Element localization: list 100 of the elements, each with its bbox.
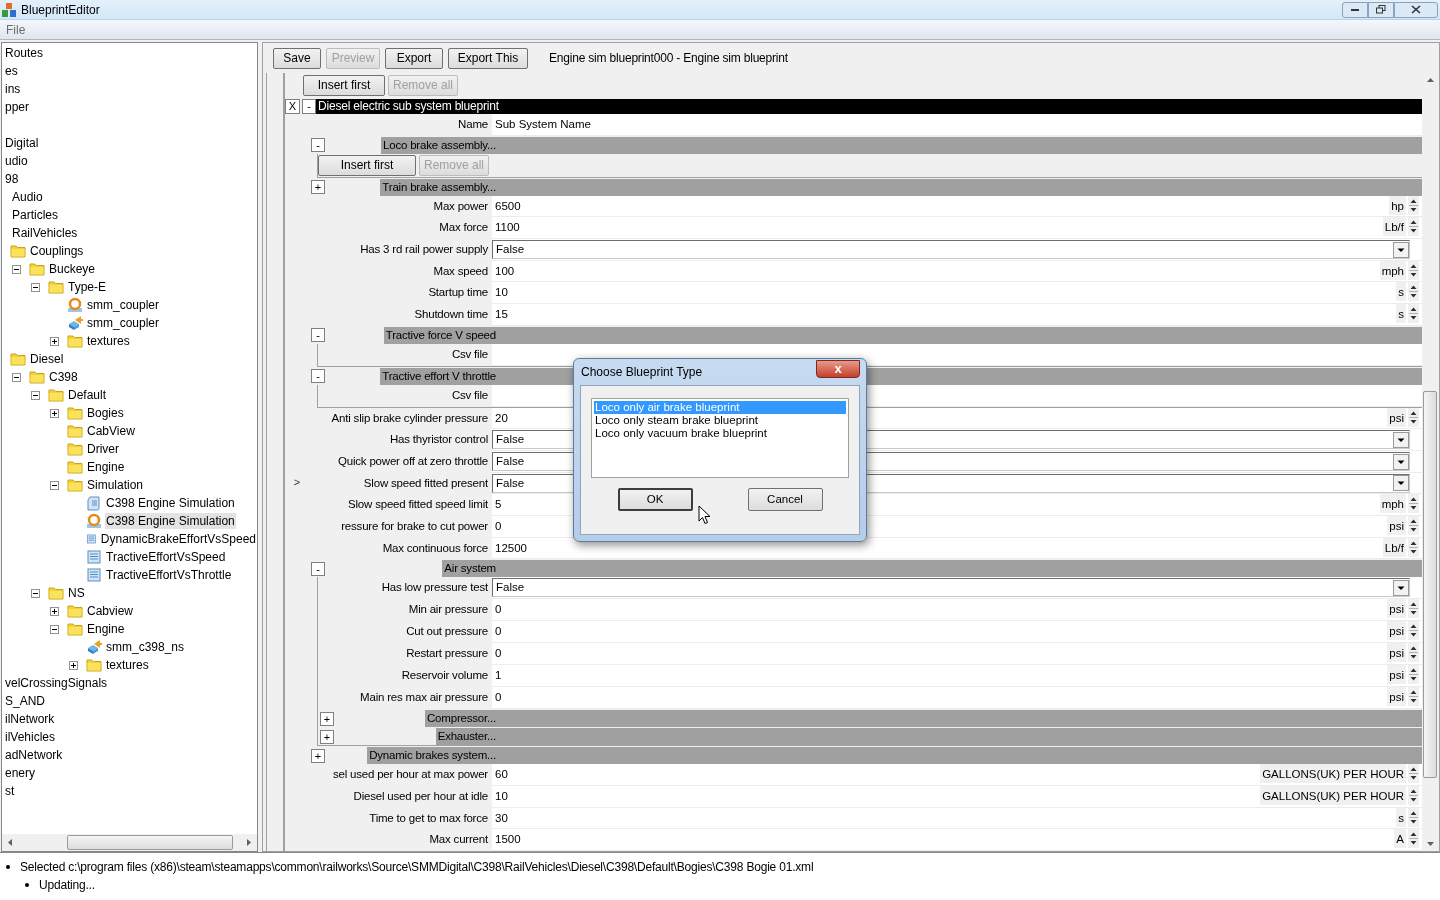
button[interactable]: Export This xyxy=(448,47,528,69)
tree-item[interactable]: textures xyxy=(105,657,150,673)
spinner[interactable] xyxy=(1408,665,1419,685)
expand-icon[interactable] xyxy=(69,660,78,670)
spinner[interactable] xyxy=(1408,195,1419,215)
tree-item[interactable]: enery xyxy=(4,765,37,781)
tree-item[interactable]: Bogies xyxy=(86,405,125,421)
number-field[interactable]: 100 mph xyxy=(492,260,1422,283)
tree-item[interactable]: velCrossingSignals xyxy=(4,675,109,691)
number-field[interactable]: 1100 Lb/f xyxy=(492,217,1422,239)
tree-item[interactable]: Cabview xyxy=(86,603,135,619)
number-field[interactable]: 0 psi xyxy=(492,621,1422,644)
spinner[interactable] xyxy=(1408,407,1419,427)
tree-item[interactable]: Buckeye xyxy=(48,261,97,277)
tree-item[interactable]: smm_coupler xyxy=(86,315,161,331)
close-button[interactable] xyxy=(1394,1,1438,18)
tree-item[interactable]: udio xyxy=(4,153,29,169)
tree-item[interactable]: DynamicBrakeEffortVsSpeed xyxy=(99,531,257,547)
dropdown[interactable]: False xyxy=(492,578,1410,598)
spinner[interactable] xyxy=(1408,260,1419,280)
collapse-icon[interactable] xyxy=(50,480,59,490)
horizontal-scrollbar[interactable] xyxy=(2,834,257,851)
number-field[interactable]: 0 psi xyxy=(492,687,1422,710)
tree-item[interactable]: Driver xyxy=(86,441,120,457)
tree-item[interactable]: es xyxy=(4,63,19,79)
expand-icon[interactable] xyxy=(50,606,59,616)
button[interactable]: Insert first xyxy=(303,74,385,96)
number-field[interactable]: 60 GALLONS(UK) PER HOUR xyxy=(492,764,1422,787)
tree-item[interactable]: Audio xyxy=(11,189,44,205)
tree-item[interactable]: smm_c398_ns xyxy=(105,639,186,655)
expand-icon[interactable] xyxy=(50,336,59,346)
number-field[interactable]: 30 s xyxy=(492,807,1422,830)
collapse-button[interactable]: - xyxy=(311,138,325,153)
tree-item[interactable]: CabView xyxy=(86,423,136,439)
spinner[interactable] xyxy=(1408,643,1419,663)
tree-item[interactable]: C398 xyxy=(48,369,79,385)
spinner[interactable] xyxy=(1408,516,1419,536)
button[interactable]: Save xyxy=(273,47,321,69)
number-field[interactable]: 6500 hp xyxy=(492,195,1422,218)
scroll-thumb[interactable] xyxy=(67,835,233,850)
number-field[interactable]: 0 psi xyxy=(492,599,1422,622)
spinner[interactable] xyxy=(1408,282,1419,302)
expand-icon[interactable] xyxy=(50,408,59,418)
dialog-button[interactable]: OK xyxy=(617,488,693,511)
tree-item[interactable]: Engine xyxy=(86,621,126,637)
tree-item[interactable]: Type-E xyxy=(67,279,107,295)
spinner[interactable] xyxy=(1408,807,1419,827)
collapse-icon[interactable] xyxy=(31,390,40,400)
tree-item[interactable]: TractiveEffortVsThrottle xyxy=(105,567,233,583)
number-field[interactable]: 0 psi xyxy=(492,643,1422,666)
number-field[interactable]: 1 psi xyxy=(492,665,1422,688)
tree-item[interactable]: 98 xyxy=(4,171,20,187)
spinner[interactable] xyxy=(1408,829,1419,849)
spinner[interactable] xyxy=(1408,764,1419,784)
collapse-button[interactable]: - xyxy=(302,98,316,114)
collapse-icon[interactable] xyxy=(31,588,40,598)
tree-item[interactable]: Digital xyxy=(4,135,40,151)
tree-item[interactable]: RailVehicles xyxy=(11,225,79,241)
dialog-button[interactable]: Cancel xyxy=(747,488,823,511)
button[interactable]: Insert first xyxy=(318,154,416,176)
collapse-icon[interactable] xyxy=(50,624,59,634)
tree-item[interactable]: Diesel xyxy=(29,351,65,367)
text-field[interactable]: Sub System Name xyxy=(492,114,1422,136)
collapse-icon[interactable] xyxy=(31,282,40,292)
collapse-button[interactable]: - xyxy=(311,561,325,576)
number-field[interactable]: 1500 A xyxy=(492,829,1422,851)
tree-item[interactable]: ilVehicles xyxy=(4,729,57,745)
tree-item[interactable]: Default xyxy=(67,387,108,403)
number-field[interactable]: 10 GALLONS(UK) PER HOUR xyxy=(492,786,1422,808)
collapse-icon[interactable] xyxy=(12,372,21,382)
expand-button[interactable]: + xyxy=(320,729,334,744)
tree-item[interactable]: C398 Engine Simulation xyxy=(105,495,236,511)
spinner[interactable] xyxy=(1408,687,1419,707)
tree-item[interactable]: Particles xyxy=(11,207,59,223)
collapse-button[interactable]: - xyxy=(311,369,325,384)
remove-button[interactable]: X xyxy=(285,98,300,114)
collapse-icon[interactable] xyxy=(12,264,21,274)
button[interactable]: Export xyxy=(385,47,443,69)
tree-item[interactable]: Couplings xyxy=(29,243,85,259)
spinner[interactable] xyxy=(1408,494,1419,514)
list-option[interactable]: Loco only steam brake blueprint xyxy=(594,414,846,427)
spinner[interactable] xyxy=(1408,217,1419,237)
spinner[interactable] xyxy=(1408,786,1419,806)
expand-button[interactable]: + xyxy=(311,180,325,195)
tree-item[interactable]: textures xyxy=(86,333,131,349)
tree-item[interactable]: Engine xyxy=(86,459,126,475)
spinner[interactable] xyxy=(1408,537,1419,557)
minimize-button[interactable] xyxy=(1342,1,1368,18)
tree-item[interactable]: adNetwork xyxy=(4,747,64,763)
scroll-thumb[interactable] xyxy=(1423,391,1437,778)
number-field[interactable]: 15 s xyxy=(492,304,1422,326)
expand-button[interactable]: + xyxy=(311,748,325,763)
spinner[interactable] xyxy=(1408,599,1419,619)
restore-button[interactable] xyxy=(1368,1,1394,18)
tree-item[interactable]: S_AND xyxy=(4,693,46,709)
spinner[interactable] xyxy=(1408,621,1419,641)
dropdown[interactable]: False xyxy=(492,240,1410,259)
list-box[interactable]: Loco only air brake blueprint Loco only steam brake blueprint Loco only vacuum brake blueprint xyxy=(591,398,849,478)
tree-item[interactable]: TractiveEffortVsSpeed xyxy=(105,549,227,565)
collapse-button[interactable]: - xyxy=(311,328,325,343)
